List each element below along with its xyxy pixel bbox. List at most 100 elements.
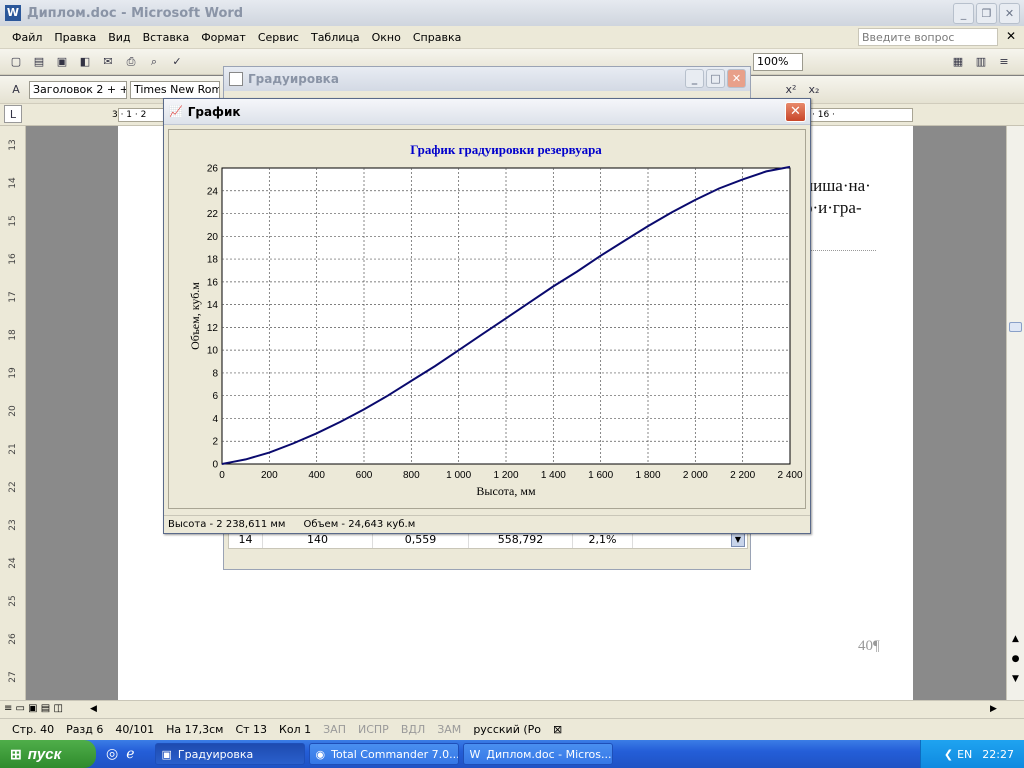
x-tick-label: 1 400 [541,470,566,481]
ruler-right-label: · 16 · [812,110,835,120]
x-tick-label: 200 [261,470,278,481]
ie-icon[interactable]: ℯ [126,746,134,762]
graduation-window-icon [229,72,243,86]
email-icon[interactable]: ✉ [98,52,118,72]
y-tick-label: 26 [207,164,219,175]
open-icon[interactable]: ▤ [29,52,49,72]
subscript-icon[interactable]: x₂ [804,80,824,100]
task-graduation[interactable]: ▣ Градуировка [154,743,305,765]
status-trk[interactable]: ИСПР [358,723,389,736]
grad-minimize-button[interactable]: _ [685,69,704,88]
graph-window: 📈 График ✕ 0 200 400 600 800 1 000 1 200 1 400 1… [163,98,811,534]
table-cell: 140 [263,532,373,548]
x-tick-label: 800 [403,470,420,481]
new-icon[interactable]: ▢ [6,52,26,72]
preview-icon[interactable]: ⌕ [144,52,164,72]
align-icon[interactable]: ≡ [994,52,1014,72]
menu-file[interactable]: Файл [6,31,48,44]
prev-page-icon[interactable]: ▲ [1009,634,1022,650]
menu-format[interactable]: Формат [195,31,252,44]
grad-maximize-button[interactable]: □ [706,69,725,88]
superscript-icon[interactable]: x² [781,80,801,100]
menu-tools[interactable]: Сервис [252,31,305,44]
status-language: русский (Ро [473,723,541,736]
y-tick-label: 10 [207,346,219,357]
y-tick-label: 4 [212,414,218,425]
graph-status-bar: Высота - 2 238,611 мм Объем - 24,643 куб… [164,515,810,533]
task-word[interactable]: W Диплом.doc - Micros... [462,743,613,765]
quicklaunch-icon[interactable]: ◎ [106,746,118,762]
columns-icon[interactable]: ▥ [971,52,991,72]
x-tick-label: 2 200 [730,470,755,481]
graph-close-button[interactable]: ✕ [785,102,806,122]
document-text: ниша·на· [804,176,871,195]
font-select[interactable]: Times New Roman [130,80,220,99]
chart-svg: 0 200 400 600 800 1 000 1 200 1 400 1 600 1 800 2 … [188,142,803,498]
close-button[interactable]: ✕ [999,3,1020,24]
table-cell: 14 [229,532,263,548]
y-tick-label: 2 [212,437,218,448]
picture-icon[interactable]: ▦ [948,52,968,72]
x-tick-label: 400 [308,470,325,481]
tab-selector-icon[interactable]: L [4,105,22,123]
style-select[interactable]: Заголовок 2 + + [29,80,127,99]
permission-icon[interactable]: ◧ [75,52,95,72]
tray-arrow-icon[interactable]: ❮ [944,748,953,761]
print-icon[interactable]: ⎙ [121,52,141,72]
scroll-right-icon[interactable]: ▶ [990,704,997,714]
status-rec[interactable]: ЗАП [323,723,346,736]
horizontal-scrollbar[interactable]: ≡ ▭ ▣ ▤ ◫ ◀ ▶ [0,700,1024,718]
y-tick-label: 14 [207,300,219,311]
browse-object-icon[interactable]: ● [1009,654,1022,670]
save-icon[interactable]: ▣ [52,52,72,72]
y-tick-label: 22 [207,209,219,220]
table-cell: 558,792 [469,532,573,548]
task-label: Диплом.doc - Micros... [486,747,612,761]
status-position: На 17,3см [166,723,224,736]
scroll-down-icon[interactable]: ▼ [731,533,745,547]
ruler-v-mark: 23 [8,519,18,531]
menu-bar: Файл Правка Вид Вставка Формат Сервис Та… [0,26,1024,49]
scroll-left-icon[interactable]: ◀ [90,704,97,714]
x-tick-label: 1 800 [635,470,660,481]
x-tick-label: 600 [356,470,373,481]
scroll-thumb[interactable] [1009,322,1022,332]
status-height-readout: Высота - 2 238,611 мм [168,519,286,530]
y-tick-label: 20 [207,232,219,243]
menu-help[interactable]: Справка [407,31,467,44]
view-buttons[interactable]: ≡ ▭ ▣ ▤ ◫ [4,703,63,714]
table-cell: 2,1% [573,532,633,548]
ruler-v-mark: 18 [8,329,18,341]
task-label: Total Commander 7.0... [331,747,459,761]
status-page: Стр. 40 [12,723,55,736]
menu-insert[interactable]: Вставка [137,31,196,44]
menu-edit[interactable]: Правка [48,31,102,44]
windows-logo-icon: ⊞ [10,745,22,762]
restore-button[interactable]: ❐ [976,3,997,24]
x-tick-label: 0 [219,470,225,481]
status-column: Кол 1 [279,723,312,736]
status-ovr[interactable]: ЗАМ [437,723,461,736]
ask-question-input[interactable]: Введите вопрос [858,28,998,46]
ruler-v-mark: 24 [8,557,18,569]
start-label: пуск [27,745,62,763]
task-total-commander[interactable]: ◉ Total Commander 7.0... [308,743,459,765]
close-document-icon[interactable]: ✕ [1006,29,1016,43]
start-button[interactable]: ⊞ пуск [0,740,96,768]
language-indicator[interactable]: EN [957,748,972,761]
styles-icon[interactable]: A [6,80,26,100]
y-tick-label: 12 [207,323,219,334]
next-page-icon[interactable]: ▼ [1009,674,1022,690]
table-cell: 0,559 [373,532,469,548]
grad-close-button[interactable]: ✕ [727,69,746,88]
zoom-select[interactable]: 100% [753,52,803,71]
menu-window[interactable]: Окно [366,31,407,44]
vertical-scrollbar[interactable]: ▲ ● ▼ [1006,126,1024,700]
menu-view[interactable]: Вид [102,31,136,44]
minimize-button[interactable]: _ [953,3,974,24]
spelling-status-icon[interactable]: ⊠ [553,723,562,736]
menu-table[interactable]: Таблица [305,31,366,44]
status-ext[interactable]: ВДЛ [401,723,425,736]
y-tick-label: 8 [212,368,218,379]
spelling-icon[interactable]: ✓ [167,52,187,72]
